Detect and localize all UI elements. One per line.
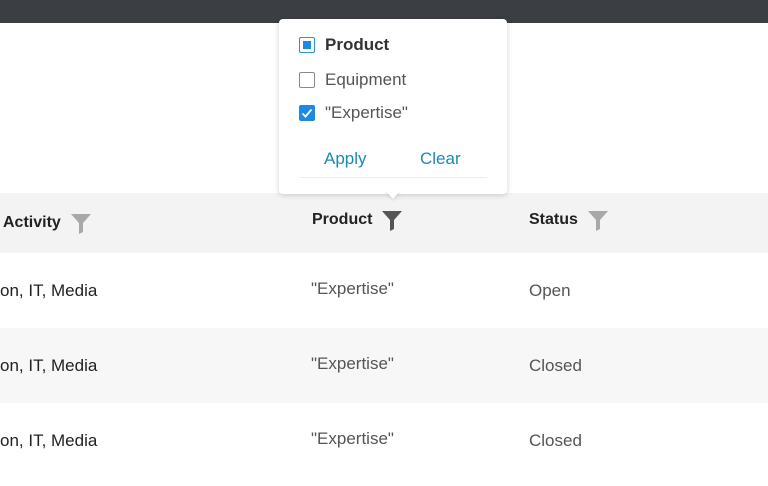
cell-product: "Expertise"	[311, 428, 394, 448]
filter-icon[interactable]	[587, 209, 608, 231]
filter-option-equipment[interactable]: Equipment	[299, 70, 406, 90]
column-header-status[interactable]: Status	[529, 190, 608, 250]
table-row: on, IT, Media "Expertise" Open	[0, 253, 768, 328]
column-header-activity[interactable]: Activity	[3, 193, 91, 253]
apply-button[interactable]: Apply	[324, 149, 367, 169]
checkbox-checked[interactable]	[299, 105, 315, 121]
cell-product: "Expertise"	[311, 353, 394, 373]
filter-option-label: Equipment	[325, 70, 407, 89]
cell-product: "Expertise"	[311, 278, 394, 298]
clear-button[interactable]: Clear	[420, 149, 461, 169]
filter-popup: Product Equipment "Expertise" Apply Clea…	[279, 19, 507, 194]
filter-option-label: Product	[325, 35, 390, 54]
checkbox-unchecked[interactable]	[299, 72, 315, 88]
checkbox-indeterminate[interactable]	[299, 37, 315, 53]
cell-activity: on, IT, Media	[0, 430, 98, 450]
cell-status: Closed	[529, 355, 582, 375]
column-header-label: Product	[312, 211, 373, 228]
filter-actions: Apply Clear	[299, 141, 487, 178]
filter-option-label: "Expertise"	[325, 103, 408, 122]
column-header-product[interactable]: Product	[312, 190, 403, 250]
table-row: on, IT, Media "Expertise" Closed	[0, 328, 768, 403]
filter-option-expertise[interactable]: "Expertise"	[299, 103, 408, 123]
table-row: on, IT, Media "Expertise" Closed	[0, 403, 768, 478]
filter-icon[interactable]	[70, 212, 91, 234]
column-header-label: Activity	[3, 214, 61, 231]
filter-option-select-all[interactable]: Product	[299, 35, 389, 55]
cell-status: Open	[529, 280, 571, 300]
cell-activity: on, IT, Media	[0, 280, 98, 300]
popup-pointer	[385, 190, 401, 199]
cell-status: Closed	[529, 430, 582, 450]
cell-activity: on, IT, Media	[0, 355, 98, 375]
check-icon	[301, 108, 313, 118]
filter-icon-active[interactable]	[382, 209, 403, 231]
table-header: Activity Product Status	[0, 193, 768, 253]
column-header-label: Status	[529, 211, 578, 228]
